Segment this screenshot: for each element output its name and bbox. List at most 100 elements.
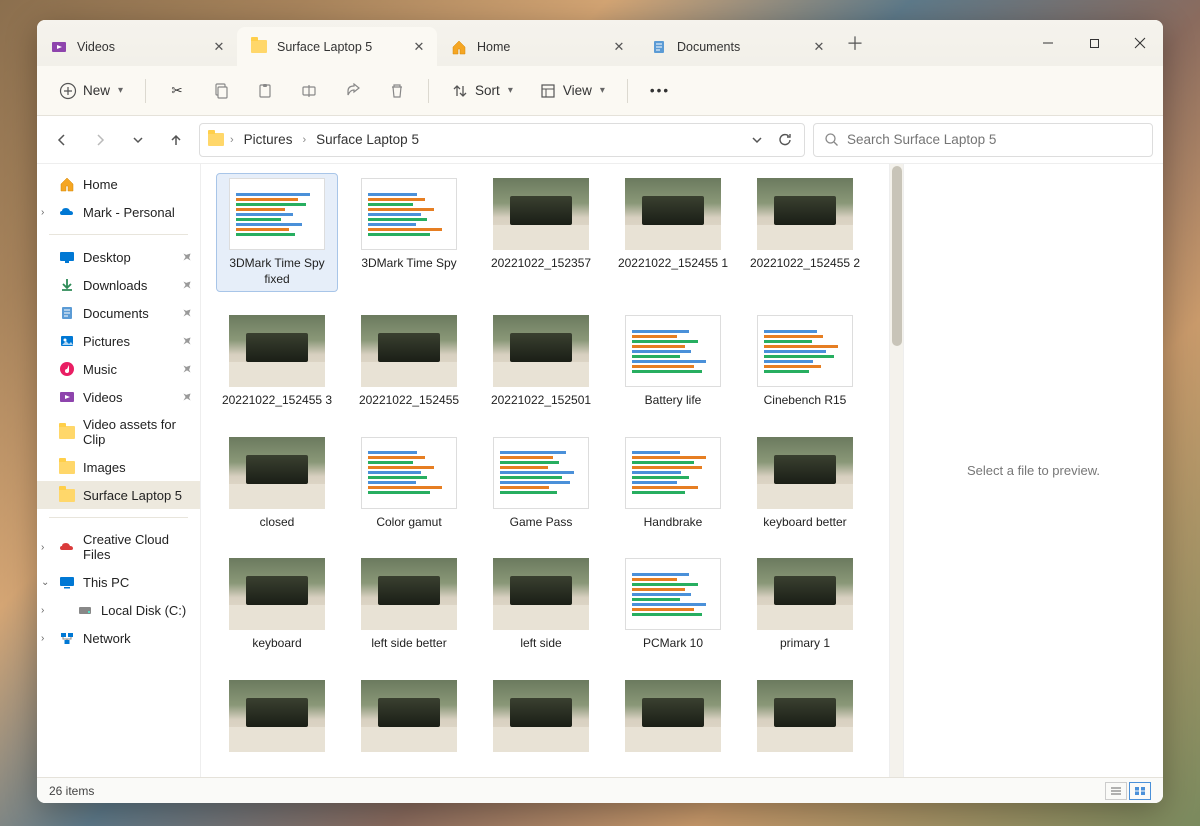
preview-pane: Select a file to preview. <box>903 164 1163 777</box>
paste-button[interactable] <box>246 76 284 106</box>
scroll-thumb[interactable] <box>892 166 902 346</box>
navigation-pane: Home›Mark - Personal DesktopDownloadsDocu… <box>37 164 201 777</box>
new-button[interactable]: New ▾ <box>49 76 133 106</box>
file-item[interactable]: 20221022_152501 <box>481 311 601 413</box>
details-view-button[interactable] <box>1105 782 1127 800</box>
file-item[interactable]: left side <box>481 554 601 656</box>
file-label: PCMark 10 <box>643 636 703 652</box>
chevron-right-icon[interactable]: › <box>41 207 44 218</box>
back-button[interactable] <box>47 125 77 155</box>
tab-documents[interactable]: Documents ✕ <box>637 27 837 66</box>
file-item[interactable]: 20221022_152455 3 <box>217 311 337 413</box>
address-bar[interactable]: › Pictures › Surface Laptop 5 <box>199 123 805 157</box>
chevron-right-icon[interactable]: › <box>41 605 44 616</box>
refresh-button[interactable] <box>774 125 796 155</box>
search-box[interactable] <box>813 123 1153 157</box>
file-item[interactable] <box>217 676 337 762</box>
documents-icon <box>651 39 667 55</box>
sidebar-item-label: Images <box>83 460 126 475</box>
sort-button[interactable]: Sort ▾ <box>441 76 523 106</box>
file-item[interactable]: 3DMark Time Spy fixed <box>217 174 337 291</box>
sidebar-item-home[interactable]: Home <box>37 170 200 198</box>
tab-close-button[interactable]: ✕ <box>811 39 827 55</box>
thumbnail <box>229 680 325 752</box>
sidebar-item-creative-cloud-files[interactable]: ›Creative Cloud Files <box>37 526 200 568</box>
file-item[interactable]: Battery life <box>613 311 733 413</box>
pin-icon <box>180 362 194 376</box>
file-item[interactable]: 20221022_152357 <box>481 174 601 291</box>
chevron-down-icon[interactable]: ⌄ <box>41 577 49 588</box>
new-tab-button[interactable]: ＋ <box>837 20 873 66</box>
file-item[interactable] <box>745 676 865 762</box>
chevron-right-icon[interactable]: › <box>41 542 44 553</box>
file-label: 20221022_152357 <box>491 256 591 272</box>
desktop-icon <box>59 249 75 265</box>
sidebar-item-video-assets-for-clip[interactable]: Video assets for Clip <box>37 411 200 453</box>
file-item[interactable]: keyboard better <box>745 433 865 535</box>
file-item[interactable]: primary 1 <box>745 554 865 656</box>
chevron-right-icon[interactable]: › <box>41 633 44 644</box>
file-item[interactable]: Cinebench R15 <box>745 311 865 413</box>
tab-close-button[interactable]: ✕ <box>211 39 227 55</box>
sidebar-item-mark-personal[interactable]: ›Mark - Personal <box>37 198 200 226</box>
file-item[interactable]: Game Pass <box>481 433 601 535</box>
file-item[interactable]: 20221022_152455 2 <box>745 174 865 291</box>
forward-button[interactable] <box>85 125 115 155</box>
tab-videos[interactable]: Videos ✕ <box>37 27 237 66</box>
sidebar-item-desktop[interactable]: Desktop <box>37 243 200 271</box>
thumbnail <box>625 680 721 752</box>
sidebar-item-surface-laptop-5[interactable]: Surface Laptop 5 <box>37 481 200 509</box>
sidebar-item-documents[interactable]: Documents <box>37 299 200 327</box>
file-item[interactable]: PCMark 10 <box>613 554 733 656</box>
tab-label: Home <box>477 40 601 54</box>
thumbnails-view-button[interactable] <box>1129 782 1151 800</box>
sidebar-item-images[interactable]: Images <box>37 453 200 481</box>
history-dropdown[interactable] <box>746 125 768 155</box>
tab-close-button[interactable]: ✕ <box>611 39 627 55</box>
file-item[interactable]: closed <box>217 433 337 535</box>
home-icon <box>59 176 75 192</box>
file-item[interactable] <box>349 676 469 762</box>
sidebar-item-local-disk-c-[interactable]: ›Local Disk (C:) <box>37 596 200 624</box>
rename-button[interactable] <box>290 76 328 106</box>
tab-home[interactable]: Home ✕ <box>437 27 637 66</box>
file-item[interactable] <box>481 676 601 762</box>
sidebar-item-label: Network <box>83 631 131 646</box>
sidebar-item-videos[interactable]: Videos <box>37 383 200 411</box>
up-button[interactable] <box>161 125 191 155</box>
more-button[interactable]: ••• <box>640 77 680 104</box>
close-button[interactable] <box>1117 20 1163 66</box>
file-item[interactable]: 20221022_152455 1 <box>613 174 733 291</box>
sidebar-item-this-pc[interactable]: ⌄This PC <box>37 568 200 596</box>
tab-surface-laptop-5[interactable]: Surface Laptop 5 ✕ <box>237 27 437 66</box>
sidebar-item-downloads[interactable]: Downloads <box>37 271 200 299</box>
file-item[interactable]: 3DMark Time Spy <box>349 174 469 291</box>
sidebar-item-pictures[interactable]: Pictures <box>37 327 200 355</box>
pc-icon <box>59 574 75 590</box>
delete-button[interactable] <box>378 76 416 106</box>
view-button[interactable]: View ▾ <box>529 76 615 106</box>
maximize-button[interactable] <box>1071 20 1117 66</box>
file-item[interactable]: Color gamut <box>349 433 469 535</box>
minimize-button[interactable] <box>1025 20 1071 66</box>
file-item[interactable] <box>613 676 733 762</box>
copy-button[interactable] <box>202 76 240 106</box>
tab-close-button[interactable]: ✕ <box>411 39 427 55</box>
recent-button[interactable] <box>123 125 153 155</box>
scrollbar[interactable] <box>889 164 903 777</box>
file-item[interactable]: left side better <box>349 554 469 656</box>
window-controls <box>1025 20 1163 66</box>
cut-button[interactable]: ✂ <box>158 76 196 106</box>
sidebar-item-label: Video assets for Clip <box>83 417 192 447</box>
search-input[interactable] <box>847 132 1142 147</box>
breadcrumb-item[interactable]: Pictures <box>240 130 297 149</box>
sidebar-item-network[interactable]: › Network <box>37 624 200 652</box>
file-grid[interactable]: 3DMark Time Spy fixed3DMark Time Spy2022… <box>201 164 889 777</box>
file-item[interactable]: keyboard <box>217 554 337 656</box>
toolbar: New ▾ ✂ Sort ▾ View ▾ ••• <box>37 66 1163 116</box>
file-item[interactable]: Handbrake <box>613 433 733 535</box>
breadcrumb-item[interactable]: Surface Laptop 5 <box>312 130 423 149</box>
file-item[interactable]: 20221022_152455 <box>349 311 469 413</box>
sidebar-item-music[interactable]: Music <box>37 355 200 383</box>
share-button[interactable] <box>334 76 372 106</box>
